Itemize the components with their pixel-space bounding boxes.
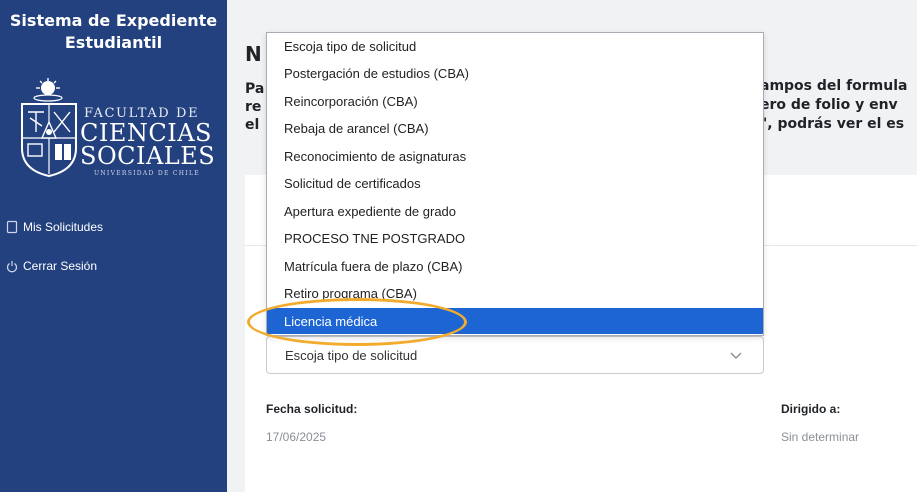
dropdown-option[interactable]: Rebaja de arancel (CBA) — [267, 115, 763, 141]
logo-text-universidad: UNIVERSIDAD DE CHILE — [94, 170, 200, 177]
dirigido-a-label: Dirigido a: — [781, 402, 841, 416]
app-title-line1: Sistema de Expediente — [9, 11, 218, 30]
app-title: Sistema de Expediente Estudiantil — [0, 10, 227, 54]
sidebar: Sistema de Expediente Estudiantil FACULT… — [0, 0, 227, 492]
dropdown-option[interactable]: Solicitud de certificados — [267, 170, 763, 196]
university-crest-icon — [21, 78, 77, 178]
chevron-down-icon — [730, 352, 742, 359]
dropdown-option[interactable]: Matrícula fuera de plazo (CBA) — [267, 253, 763, 279]
app-title-line2: Estudiantil — [64, 33, 163, 52]
intro-left-line1: Pa — [245, 81, 265, 97]
intro-left-line3: el — [245, 117, 260, 133]
nav-mis-solicitudes-label: Mis Solicitudes — [23, 220, 104, 234]
dirigido-a-value: Sin determinar — [781, 430, 860, 444]
dropdown-option[interactable]: Reincorporación (CBA) — [267, 88, 763, 114]
dropdown-option[interactable]: Reconocimiento de asignaturas — [267, 143, 763, 169]
tipo-solicitud-select[interactable]: Escoja tipo de solicitud — [266, 336, 764, 374]
dropdown-option-selected[interactable]: Licencia médica — [267, 308, 763, 334]
dropdown-option[interactable]: Escoja tipo de solicitud — [267, 33, 763, 59]
document-icon — [6, 220, 18, 234]
fecha-solicitud-value: 17/06/2025 — [266, 430, 327, 444]
intro-right-line1: ampos del formula — [760, 78, 908, 94]
logo-text-sociales: SOCIALES — [80, 142, 216, 170]
intro-right-line2: ero de folio y env — [760, 97, 898, 113]
nav-mis-solicitudes[interactable]: Mis Solicitudes — [6, 220, 103, 234]
tipo-solicitud-select-value: Escoja tipo de solicitud — [285, 347, 418, 363]
dropdown-option[interactable]: Apertura expediente de grado — [267, 198, 763, 224]
intro-right-line3: ", podrás ver el es — [760, 116, 905, 132]
nav-cerrar-sesion-label: Cerrar Sesión — [23, 259, 98, 273]
intro-left-line2: re — [245, 99, 262, 115]
dropdown-option[interactable]: Retiro programa (CBA) — [267, 280, 763, 306]
dropdown-option[interactable]: PROCESO TNE POSTGRADO — [267, 225, 763, 251]
power-icon — [6, 261, 18, 273]
faculty-logo: FACULTAD DE CIENCIAS SOCIALES UNIVERSIDA… — [18, 78, 215, 183]
fecha-solicitud-label: Fecha solicitud: — [266, 402, 358, 416]
tipo-solicitud-dropdown[interactable]: Escoja tipo de solicitud Postergación de… — [266, 32, 764, 336]
nav-cerrar-sesion[interactable]: Cerrar Sesión — [6, 259, 97, 273]
page-title: N — [245, 42, 262, 66]
intro-text-left: Pa re el — [245, 80, 264, 134]
dropdown-option[interactable]: Postergación de estudios (CBA) — [267, 60, 763, 86]
intro-text-right: ampos del formula ero de folio y env ", … — [760, 77, 908, 134]
